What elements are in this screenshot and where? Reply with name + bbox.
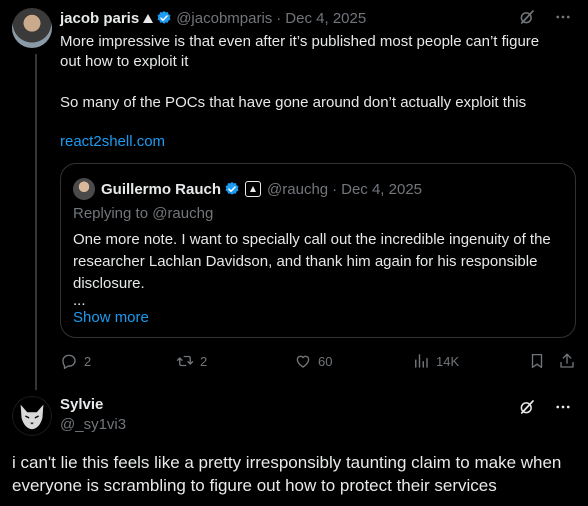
post-actions-bar: 2 2 60 14K [60, 352, 580, 374]
verified-badge-icon [225, 182, 239, 195]
repost-button[interactable]: 2 [176, 352, 207, 370]
author-name[interactable]: Sylvie [60, 396, 103, 413]
like-icon [296, 355, 310, 368]
avatar-sylvie[interactable] [12, 396, 52, 436]
post-header: jacob paris @jacobmparis · Dec 4, 2025 [60, 8, 580, 28]
post-jacob-paris: jacob paris @jacobmparis · Dec 4, 2025 M… [60, 8, 580, 150]
grok-icon[interactable] [518, 398, 536, 416]
like-count: 60 [318, 353, 333, 369]
quote-header: Guillermo Rauch @rauchg · Dec 4, 2025 [101, 178, 422, 200]
post-text-line: More impressive is that even after it’s … [60, 33, 540, 50]
triangle-badge-icon [143, 13, 154, 23]
avatar-jacob-paris[interactable] [12, 8, 52, 48]
affiliate-badge-icon [245, 181, 262, 197]
quote-date: Dec 4, 2025 [341, 180, 423, 198]
header-actions [518, 8, 572, 26]
post-text-line: So many of the POCs that have gone aroun… [60, 94, 527, 111]
views-icon [415, 354, 428, 368]
quote-text: One more note. I want to specially call … [73, 231, 551, 292]
reply-button[interactable]: 2 [60, 352, 91, 370]
separator-dot: · [276, 9, 282, 27]
quoted-post-card[interactable]: Guillermo Rauch @rauchg · Dec 4, 2025 Re… [60, 163, 576, 338]
quote-ellipsis: ... [73, 292, 86, 309]
share-button[interactable] [558, 352, 576, 370]
verified-badge-icon [157, 11, 171, 24]
header-actions [518, 398, 572, 416]
quote-author-handle: @rauchg [267, 180, 329, 198]
cat-avatar-icon [20, 404, 44, 430]
separator-dot: · [332, 180, 338, 198]
author-name[interactable]: jacob paris [60, 10, 139, 27]
author-handle[interactable]: @jacobmparis [176, 10, 272, 27]
more-icon[interactable] [554, 398, 572, 416]
views-count: 14K [436, 353, 460, 369]
show-more-link[interactable]: Show more [73, 309, 149, 326]
author-handle[interactable]: @_sy1vi3 [60, 416, 126, 433]
avatar-guillermo-rauch [73, 178, 95, 200]
post-date[interactable]: Dec 4, 2025 [285, 10, 366, 27]
bookmark-icon [531, 353, 543, 369]
like-button[interactable]: 60 [294, 352, 332, 370]
repost-icon [176, 355, 194, 367]
more-icon[interactable] [554, 8, 572, 26]
quote-author-name: Guillermo Rauch [101, 180, 222, 198]
post-link[interactable]: react2shell.com [60, 132, 165, 152]
bookmark-button[interactable] [528, 352, 546, 370]
replying-to: Replying to @rauchg [73, 205, 214, 222]
thread-connector-line [35, 54, 37, 390]
reply-icon [62, 354, 76, 370]
repost-count: 2 [200, 353, 208, 369]
post-text: i can't lie this feels like a pretty irr… [12, 453, 562, 495]
grok-icon[interactable] [518, 8, 536, 26]
share-icon [560, 353, 574, 368]
views-button[interactable]: 14K [412, 352, 459, 370]
post-text-line: out how to exploit it [60, 53, 189, 70]
reply-count: 2 [84, 353, 92, 369]
